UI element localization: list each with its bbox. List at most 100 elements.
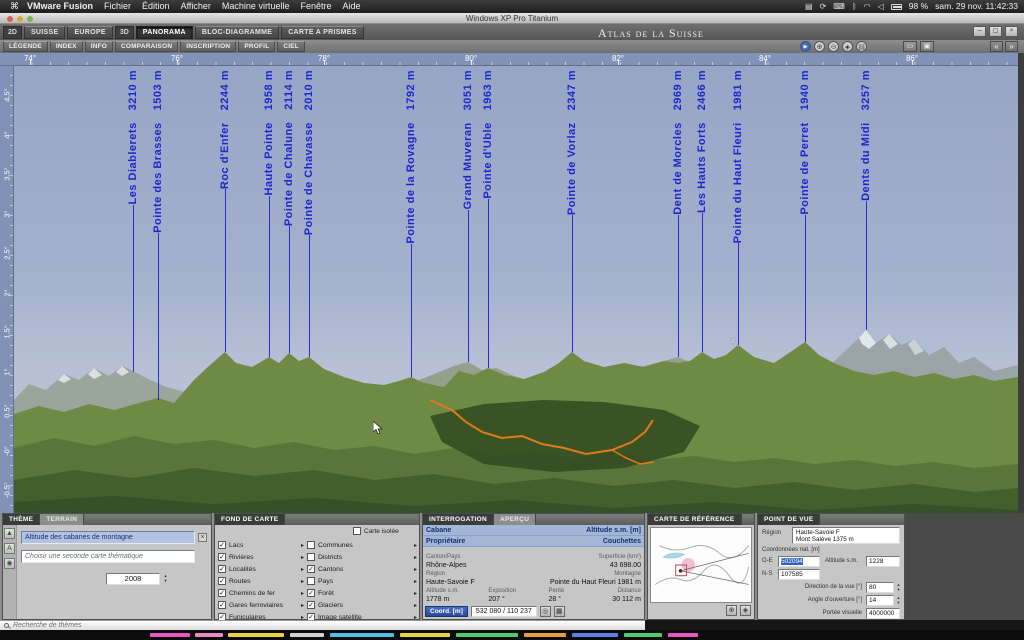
layer-options-icon[interactable]: ▸: [301, 554, 304, 561]
angle-field[interactable]: 14: [866, 595, 894, 606]
menubar-item[interactable]: Afficher: [181, 0, 211, 13]
layer-options-icon[interactable]: ▸: [301, 602, 304, 609]
sync-icon[interactable]: ⟳: [820, 0, 827, 13]
menubar-item[interactable]: VMware Fusion: [27, 0, 93, 13]
taskbar-item[interactable]: [400, 633, 450, 637]
tab-carte-a-prismes[interactable]: CARTE A PRISMES: [281, 26, 364, 39]
apple-menu-icon[interactable]: ⌘: [10, 0, 19, 13]
tab-theme[interactable]: THÈME: [3, 514, 40, 525]
app-minimize-button[interactable]: ─: [973, 26, 986, 37]
taskbar-item[interactable]: [150, 633, 190, 637]
checkbox-checked[interactable]: ✓: [307, 565, 315, 573]
info-layer-icon[interactable]: ◉: [4, 558, 15, 569]
clear-theme-icon[interactable]: ×: [198, 533, 207, 542]
region-select[interactable]: Haute-Savoie F Mont Salève 1375 m: [792, 527, 900, 544]
app-maximize-button[interactable]: ▢: [989, 26, 1002, 37]
carte-isolee-checkbox[interactable]: Carte isolée: [353, 527, 399, 535]
volume-icon[interactable]: ◁: [878, 0, 884, 13]
taskbar-item[interactable]: [668, 633, 698, 637]
checkbox-unchecked[interactable]: [307, 553, 315, 561]
panorama-view[interactable]: Les Diablerets 3210 mPointe des Brasses …: [14, 66, 1018, 513]
menubar-item[interactable]: Fenêtre: [300, 0, 331, 13]
layer-options-icon[interactable]: ▸: [414, 566, 417, 573]
checkbox-checked[interactable]: ✓: [218, 541, 226, 549]
layer-options-icon[interactable]: ▸: [414, 578, 417, 585]
target-icon[interactable]: ◎: [540, 606, 551, 617]
layer-options-icon[interactable]: ▸: [414, 602, 417, 609]
layer-options-icon[interactable]: ▸: [414, 590, 417, 597]
orientation-icon[interactable]: ▶: [800, 41, 811, 52]
angle-stepper[interactable]: ▴▾: [895, 595, 902, 606]
menubar-item[interactable]: Édition: [142, 0, 170, 13]
taskbar-item[interactable]: [624, 633, 662, 637]
coord-button[interactable]: Coord. [m]: [425, 606, 468, 617]
taskbar-item[interactable]: [330, 633, 394, 637]
tab-carte-de-reference[interactable]: CARTE DE RÉFÉRENCE: [648, 514, 742, 525]
checkbox-unchecked[interactable]: [307, 541, 315, 549]
toolbar-button-comparaison[interactable]: COMPARAISON: [115, 41, 178, 52]
window-minimize-button[interactable]: [17, 16, 23, 22]
checkbox-checked[interactable]: ✓: [218, 601, 226, 609]
tab-apercu[interactable]: APERÇU: [494, 514, 536, 525]
tab-fond-de-carte[interactable]: FOND DE CARTE: [215, 514, 285, 525]
taskbar-item[interactable]: [524, 633, 566, 637]
collapse-right-icon[interactable]: »: [1005, 41, 1018, 52]
collapse-left-icon[interactable]: «: [990, 41, 1003, 52]
range-field[interactable]: 4000000: [866, 608, 900, 619]
checkbox-checked[interactable]: ✓: [307, 589, 315, 597]
oe-field[interactable]: 502094: [778, 556, 820, 567]
tab-europe[interactable]: EUROPE: [67, 26, 112, 39]
checkbox-checked[interactable]: ✓: [218, 589, 226, 597]
zoom-out-icon[interactable]: ⊖: [828, 41, 839, 52]
theme-primary-select[interactable]: Altitude des cabanes de montagne: [21, 531, 195, 544]
checkbox-unchecked[interactable]: [353, 527, 361, 535]
thematic-map-icon[interactable]: ▲: [4, 528, 15, 539]
layer-options-icon[interactable]: ▸: [301, 566, 304, 573]
tab-point-de-vue[interactable]: POINT DE VUE: [758, 514, 820, 525]
toolbar-button-info[interactable]: INFO: [85, 41, 113, 52]
checkbox-checked[interactable]: ✓: [307, 601, 315, 609]
tab-panorama[interactable]: PANORAMA: [136, 26, 193, 39]
menubar-item[interactable]: Machine virtuelle: [222, 0, 290, 13]
tab-terrain[interactable]: TERRAIN: [40, 514, 84, 525]
tab-3d[interactable]: 3D: [115, 26, 134, 39]
tab-interrogation[interactable]: INTERROGATION: [423, 514, 494, 525]
layer-options-icon[interactable]: ▸: [301, 542, 304, 549]
window-zoom-button[interactable]: [27, 16, 33, 22]
year-field[interactable]: 2008: [106, 573, 160, 585]
checkbox-unchecked[interactable]: [307, 577, 315, 585]
taskbar-item[interactable]: [195, 633, 223, 637]
displays-icon[interactable]: ▤: [805, 0, 813, 13]
tab-2d[interactable]: 2D: [3, 26, 22, 39]
menubar-item[interactable]: Aide: [342, 0, 360, 13]
tab-bloc-diagramme[interactable]: BLOC-DIAGRAMME: [195, 26, 279, 39]
checkbox-checked[interactable]: ✓: [218, 553, 226, 561]
menubar-item[interactable]: Fichier: [104, 0, 131, 13]
menubar-clock[interactable]: sam. 29 nov. 11:42:33: [935, 0, 1018, 13]
layout-window-icon[interactable]: ▭: [903, 41, 917, 52]
altitude-field[interactable]: 1228: [866, 556, 900, 567]
toolbar-button-index[interactable]: INDEX: [50, 41, 83, 52]
layout-split-icon[interactable]: ▣: [920, 41, 934, 52]
layer-options-icon[interactable]: ▸: [414, 542, 417, 549]
tab-suisse[interactable]: SUISSE: [24, 26, 65, 39]
app-close-button[interactable]: ×: [1005, 26, 1018, 37]
layer-options-icon[interactable]: ▸: [301, 590, 304, 597]
reference-map[interactable]: [650, 527, 752, 603]
theme-secondary-select[interactable]: Choisir une seconde carte thématique: [21, 550, 195, 563]
print-icon[interactable]: ▤: [856, 41, 867, 52]
checkbox-checked[interactable]: ✓: [218, 565, 226, 573]
direction-stepper[interactable]: ▴▾: [895, 582, 902, 593]
direction-field[interactable]: 80: [866, 582, 894, 593]
ns-field[interactable]: 107585: [778, 569, 820, 580]
layer-options-icon[interactable]: ▸: [301, 578, 304, 585]
checkbox-checked[interactable]: ✓: [218, 577, 226, 585]
wifi-icon[interactable]: ◠: [864, 0, 871, 13]
search-field[interactable]: Recherche de thèmes: [0, 620, 645, 630]
map-zoom-icon[interactable]: ⊕: [726, 605, 737, 616]
taskbar-item[interactable]: [456, 633, 518, 637]
text-layer-icon[interactable]: A: [4, 543, 15, 554]
stepper-down-icon[interactable]: ▾: [162, 578, 169, 583]
taskbar-item[interactable]: [290, 633, 324, 637]
pan-icon[interactable]: ◈: [842, 41, 853, 52]
